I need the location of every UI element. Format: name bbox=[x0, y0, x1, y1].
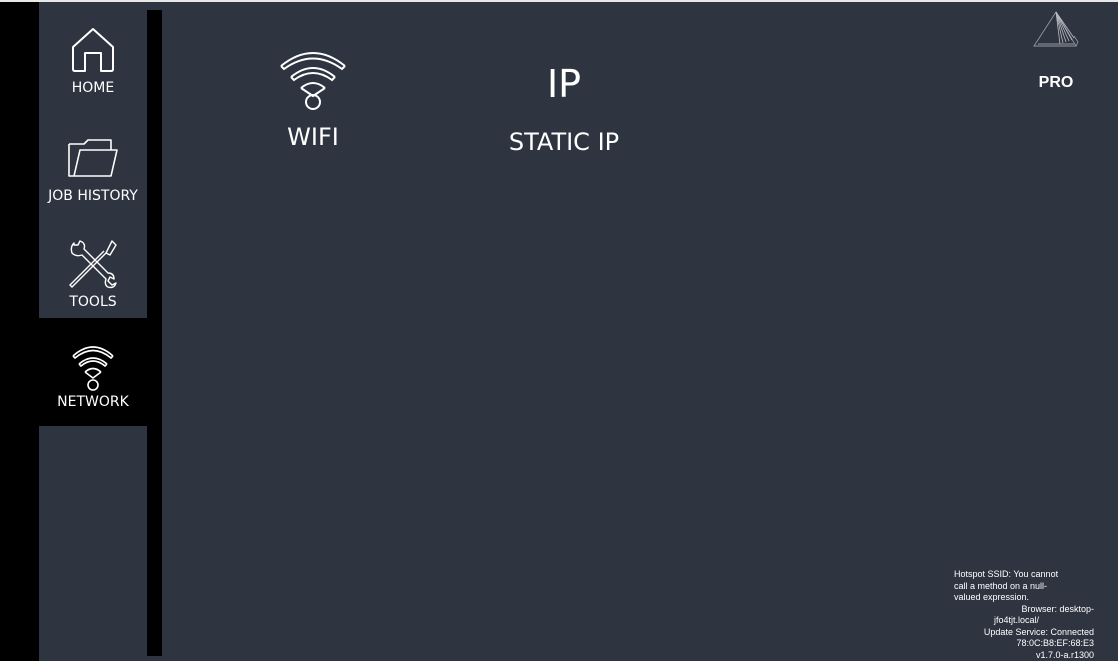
folder-icon bbox=[63, 128, 123, 188]
hotspot-line-1: Hotspot SSID: You cannot bbox=[954, 569, 1059, 579]
version-label: v1.7.0-a.r1300 bbox=[1035, 649, 1094, 660]
sidebar-item-network[interactable]: NETWORK bbox=[39, 318, 147, 426]
top-strip bbox=[0, 0, 1118, 2]
wifi-label: WIFI bbox=[287, 123, 339, 151]
ip-icon: IP bbox=[546, 62, 582, 106]
hotspot-line-2: call a method on a null- bbox=[954, 580, 1048, 591]
static-ip-label: STATIC IP bbox=[508, 128, 620, 156]
mac-address: 78:0C:B8:EF:68:E3 bbox=[1016, 638, 1094, 648]
browser-line-1: Browser: desktop- bbox=[1021, 603, 1094, 614]
status-info: Hotspot SSID: You cannot call a method o… bbox=[954, 569, 1094, 661]
sidebar-item-job-history[interactable]: JOB HISTORY bbox=[39, 128, 147, 232]
sidebar-divider bbox=[147, 10, 162, 656]
left-edge-bar bbox=[0, 2, 39, 661]
update-service-status: Update Service: Connected bbox=[983, 626, 1094, 637]
wifi-option[interactable]: WIFI bbox=[270, 44, 356, 151]
hotspot-line-3: valued expression. bbox=[954, 592, 1030, 602]
sidebar-item-label: HOME bbox=[71, 80, 115, 96]
edition-label: PRO bbox=[1038, 74, 1074, 91]
static-ip-option[interactable]: IP STATIC IP bbox=[494, 62, 634, 156]
tools-icon bbox=[63, 234, 123, 294]
sidebar-item-home[interactable]: HOME bbox=[39, 20, 147, 124]
sidebar-item-label: TOOLS bbox=[69, 294, 117, 310]
app-window: HOME JOB HISTORY TOOLS NETWORK WIFI IP S… bbox=[0, 0, 1118, 661]
sidebar-item-label: NETWORK bbox=[57, 394, 129, 410]
home-icon bbox=[63, 20, 123, 80]
wifi-icon bbox=[63, 338, 123, 394]
sidebar-item-label: JOB HISTORY bbox=[48, 188, 138, 204]
sidebar: HOME JOB HISTORY TOOLS NETWORK bbox=[39, 10, 147, 656]
browser-line-2: jfo4tjt.local/ bbox=[994, 615, 1040, 625]
wifi-icon bbox=[280, 52, 346, 110]
logo-icon bbox=[1033, 11, 1079, 47]
